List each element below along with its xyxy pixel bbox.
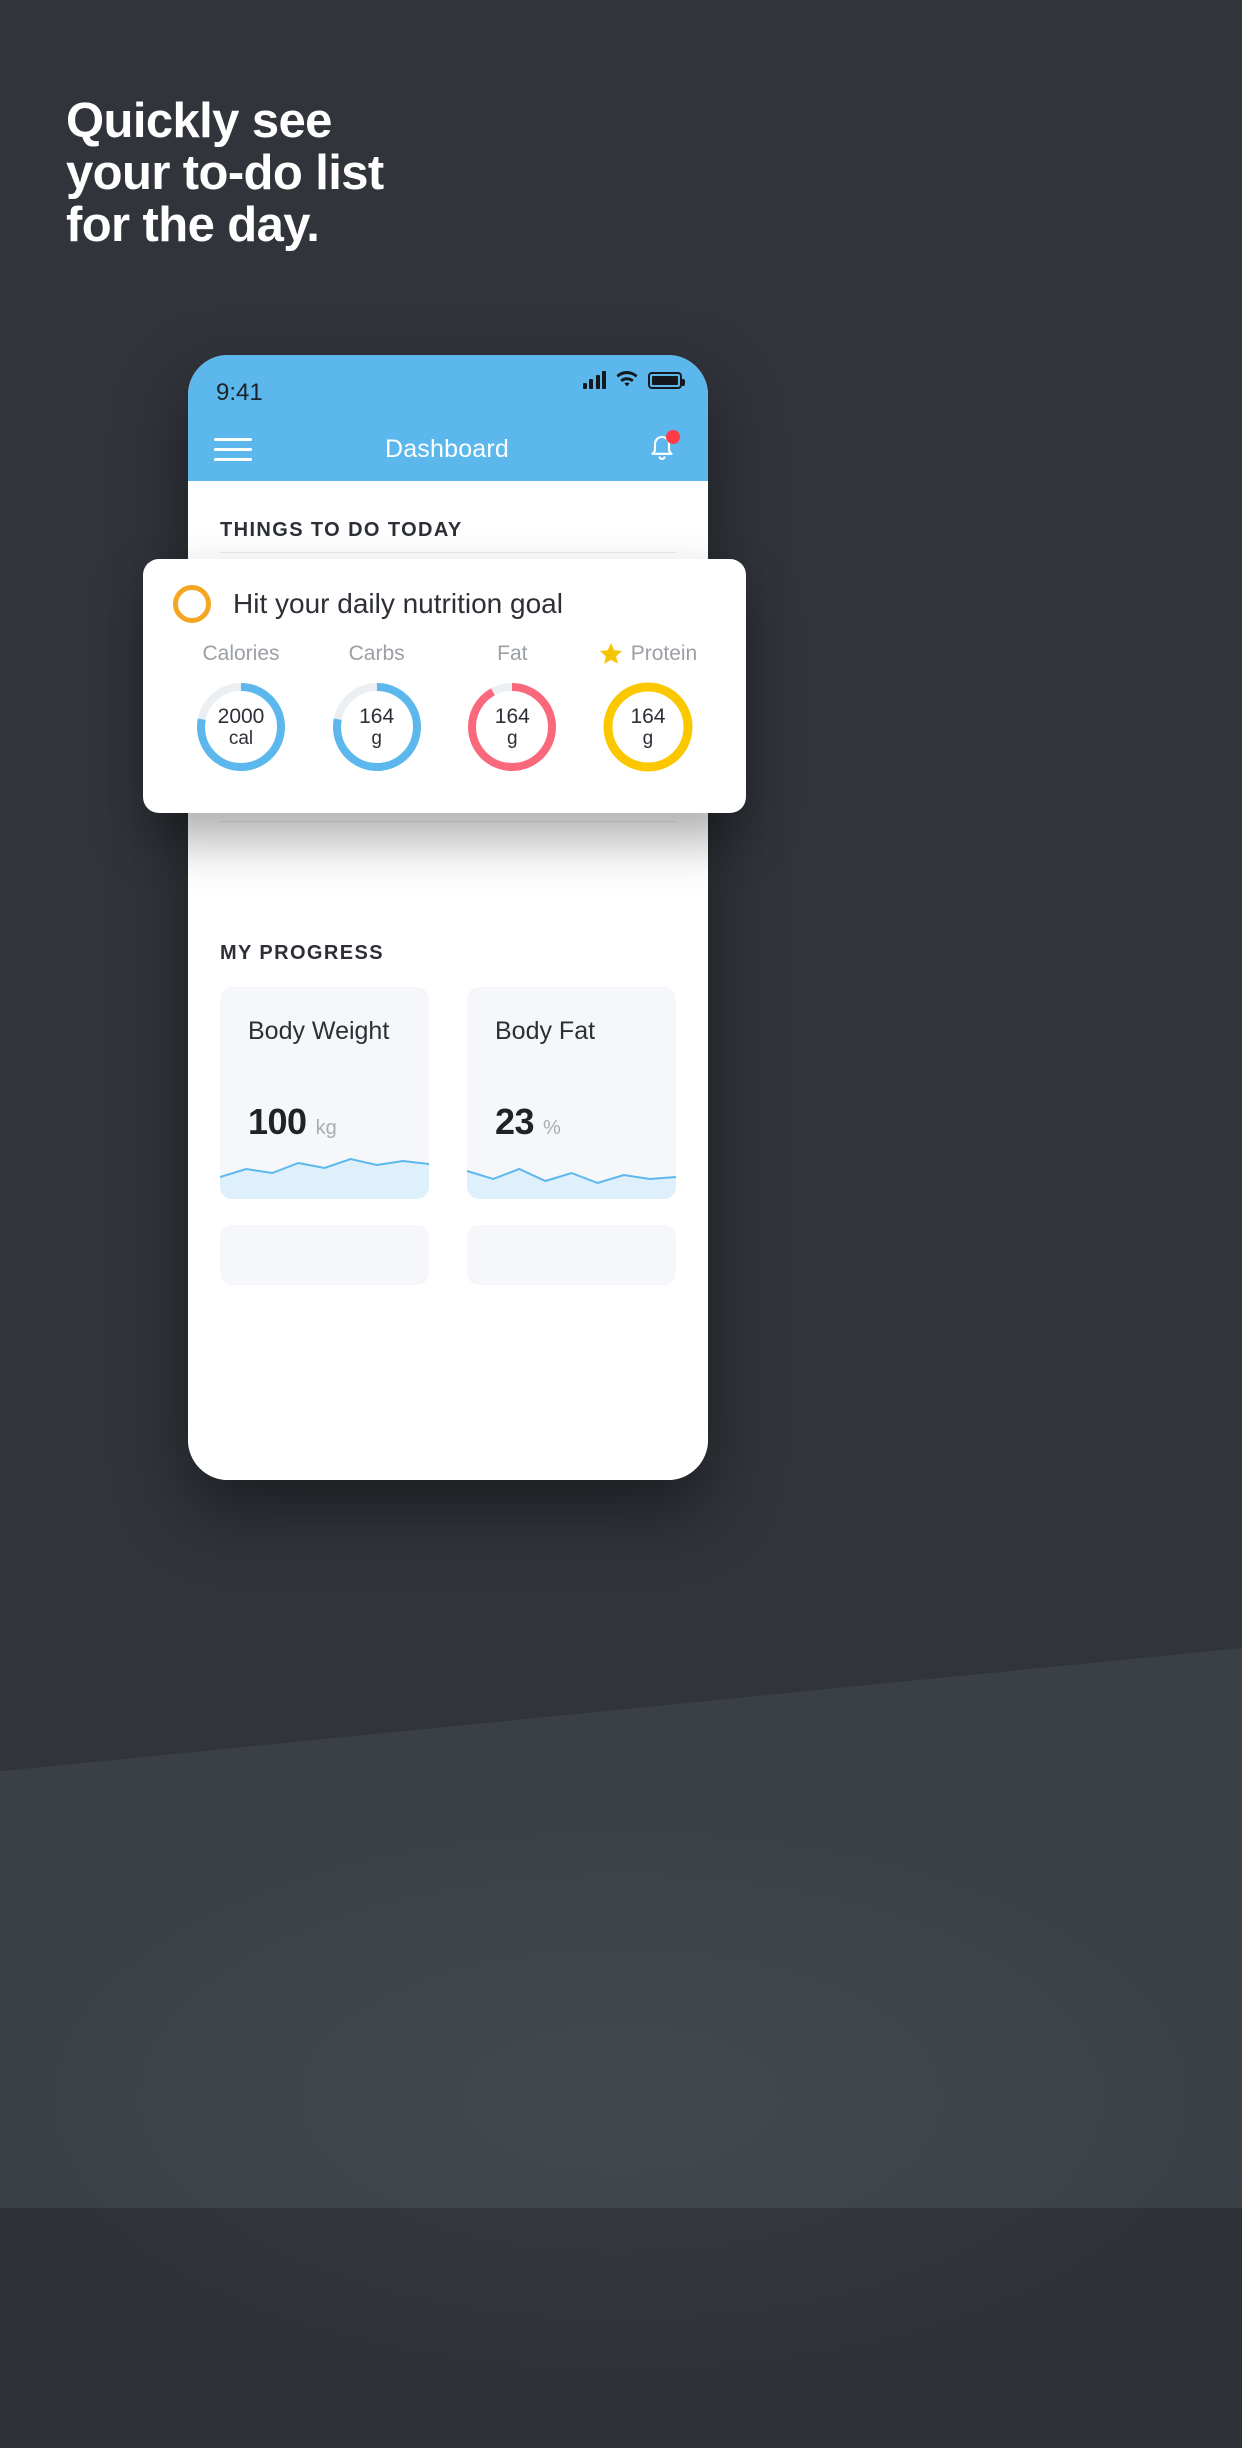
bell-icon[interactable] [642,429,682,469]
progress-ring: 164 g [329,679,425,775]
progress-card-body-fat[interactable]: Body Fat 23 % [467,986,676,1199]
nutrition-metric-calories[interactable]: Calories 2000 cal [179,641,303,775]
status-bar: 9:41 [188,355,708,417]
nutrition-metric-label-row: Protein [599,641,698,667]
progress-ring: 164 g [600,679,696,775]
progress-card-unit: % [543,1116,561,1139]
progress-card-value: 100 kg [248,1101,337,1143]
progress-card-number: 23 [495,1100,535,1142]
progress-ring: 2000 cal [193,679,289,775]
nutrition-metric-label: Fat [497,642,528,665]
nutrition-metric-value: 2000 [217,704,265,728]
nutrition-metric-carbs[interactable]: Carbs 164 g [315,641,439,775]
progress-cards-row-2 [188,1224,708,1285]
progress-section-heading: MY PROGRESS [220,941,384,964]
nutrition-card-header: Hit your daily nutrition goal [173,585,716,623]
nutrition-metric-fat[interactable]: Fat 164 g [450,641,574,775]
progress-ring-text: 164 g [329,679,425,775]
nutrition-metric-protein[interactable]: Protein 164 g [586,641,710,775]
progress-card-partial[interactable] [220,1224,429,1285]
app-bar-title: Dashboard [384,434,510,463]
nutrition-metric-value: 164 [494,704,530,728]
nutrition-metric-unit: g [642,728,654,750]
nutrition-metric-value: 164 [359,704,395,728]
checkbox-ring-icon[interactable] [173,585,211,623]
nutrition-metric-unit: g [507,728,518,750]
battery-full-icon [648,371,685,389]
nutrition-metric-label: Protein [630,642,698,665]
progress-card-unit: kg [315,1116,337,1139]
progress-ring-text: 164 g [600,679,696,775]
nutrition-metric-label: Calories [202,642,280,665]
nutrition-card-title: Hit your daily nutrition goal [233,588,563,619]
progress-card-partial[interactable] [467,1224,676,1285]
nutrition-metric-label-row: Fat [497,641,527,667]
progress-card-value: 23 % [495,1101,561,1143]
progress-card-number: 100 [248,1100,307,1142]
progress-cards: Body Weight 100 kg Body Fat 23 % [188,986,708,1199]
nutrition-metric-value: 164 [630,704,666,728]
nutrition-metric-label-row: Calories [202,641,279,667]
progress-card-body-weight[interactable]: Body Weight 100 kg [220,986,429,1199]
phone-mockup: 9:41 Dashboard THINGS TO DO TODAY MY PRO… [188,355,708,1480]
nutrition-goal-card[interactable]: Hit your daily nutrition goal Calories 2… [143,559,746,813]
cellular-signal-icon [582,371,606,389]
progress-ring: 164 g [464,679,560,775]
sparkline-chart [467,1147,676,1199]
background-glow [0,1748,1242,2448]
page-title: Quickly see your to-do list for the day. [66,94,384,252]
notification-badge [665,430,680,444]
nutrition-metric-unit: cal [228,728,254,750]
wifi-icon [615,371,639,389]
status-time: 9:41 [216,379,263,406]
progress-ring-text: 164 g [464,679,560,775]
status-icons [582,371,685,389]
app-bar: Dashboard [188,417,708,481]
nutrition-metric-label: Carbs [348,642,405,665]
progress-ring-text: 2000 cal [193,679,289,775]
sparkline-chart [220,1147,429,1199]
nutrition-metric-unit: g [371,728,382,750]
progress-card-label: Body Fat [495,1016,596,1045]
star-icon [599,642,623,666]
progress-card-label: Body Weight [248,1016,390,1045]
nutrition-metrics: Calories 2000 cal Carbs 164 g Fat 164 g … [173,641,716,775]
todo-section-heading: THINGS TO DO TODAY [220,519,463,541]
nutrition-metric-label-row: Carbs [349,641,405,667]
hamburger-menu-icon[interactable] [214,437,252,461]
